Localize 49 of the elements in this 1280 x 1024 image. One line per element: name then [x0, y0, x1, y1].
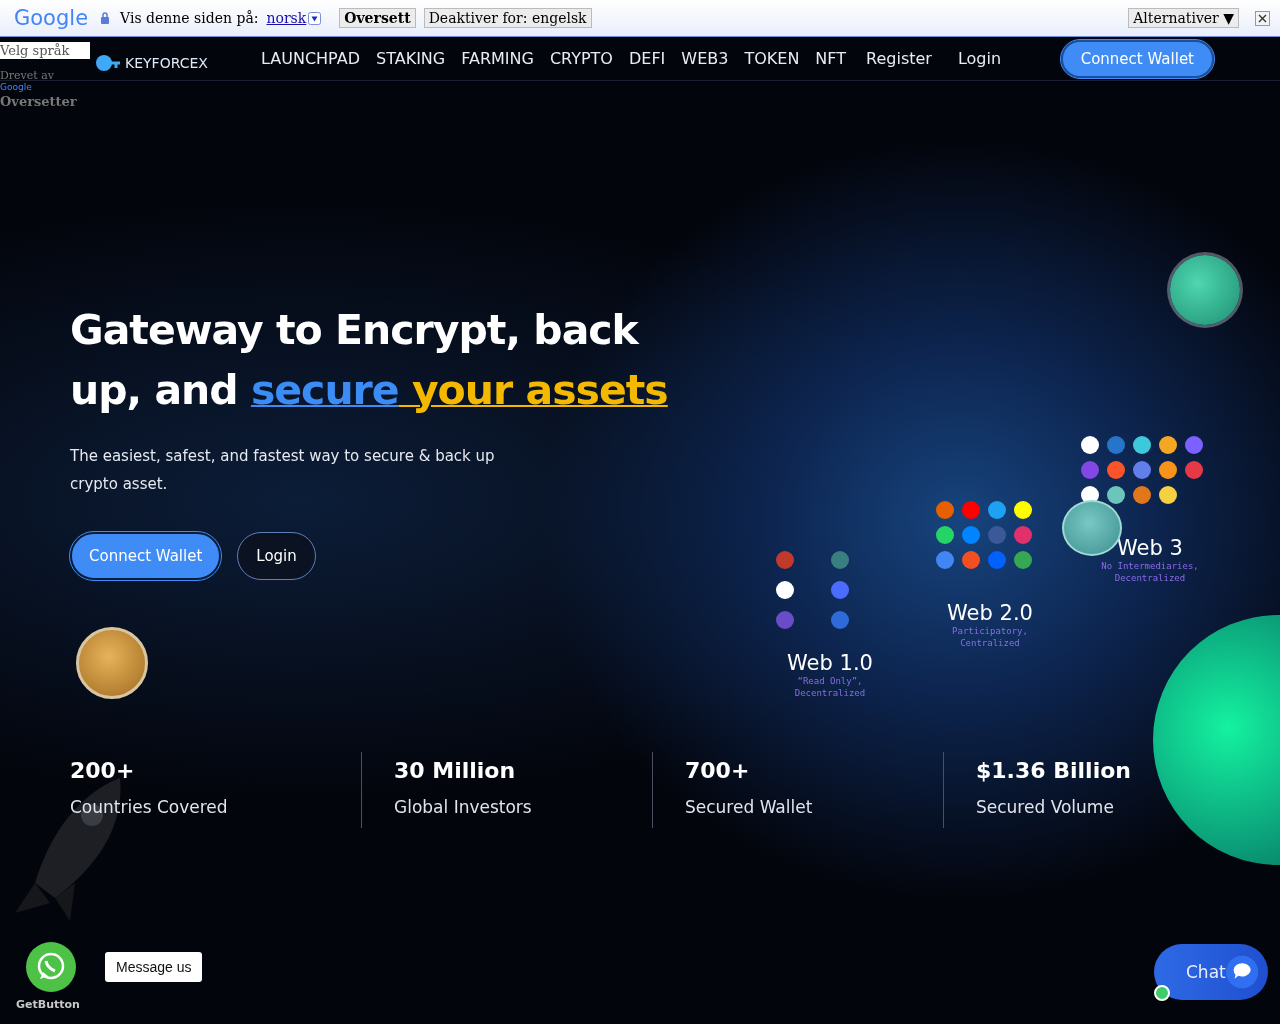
era-caption: Participatory, Centralized — [951, 625, 1029, 649]
logo-icon — [95, 53, 121, 72]
online-dot — [1154, 985, 1170, 1001]
hero-heading: Gateway to Encrypt, back up, and secure your assets — [70, 305, 669, 416]
options-button[interactable]: Alternativer ▼ — [1128, 8, 1239, 28]
stat-label: Countries Covered — [70, 797, 229, 817]
nav-link[interactable]: CRYPTO — [549, 49, 613, 68]
chat-bubble-icon — [1225, 955, 1258, 989]
disable-button[interactable]: Deaktiver for: engelsk — [423, 8, 592, 28]
dropdown-icon[interactable] — [308, 11, 322, 25]
language-link[interactable]: norsk — [266, 10, 307, 26]
nav-link[interactable]: WEB3 — [681, 49, 729, 68]
translate-button[interactable]: Oversett — [339, 8, 416, 28]
google-logo: Google — [0, 82, 33, 92]
era-title: Web 3 — [1117, 536, 1183, 560]
stat-label: Secured Wallet — [685, 797, 814, 817]
google-logo: Google — [14, 6, 89, 30]
powered-by-text: Drevet av — [0, 69, 55, 82]
logo-text[interactable]: KEYFORCEX — [125, 54, 208, 71]
nav-link[interactable]: STAKING — [376, 49, 446, 68]
nav-link[interactable]: TOKEN — [744, 49, 800, 68]
message-tooltip[interactable]: Message us — [105, 952, 203, 982]
stat-value: 700+ — [685, 758, 751, 783]
era-title: Web 2.0 — [947, 601, 1033, 625]
stat-label: Secured Volume — [976, 797, 1115, 817]
era-caption: No Intermediaries, Decentralized — [1100, 560, 1200, 584]
whatsapp-button[interactable] — [26, 942, 77, 992]
stat-value: $1.36 Billion — [976, 758, 1132, 783]
lock-icon — [100, 12, 111, 24]
nav-link[interactable]: Register — [866, 49, 932, 68]
stat-label: Global Investors — [394, 797, 533, 817]
nav-link[interactable]: DEFI — [628, 49, 666, 68]
chat-button[interactable]: Chat — [1154, 944, 1268, 1000]
close-icon[interactable] — [1255, 10, 1270, 26]
stat-value: 30 Million — [394, 758, 517, 783]
translator-text: Oversetter — [0, 94, 78, 109]
nav-link[interactable]: NFT — [815, 49, 847, 68]
stat-value: 200+ — [70, 758, 136, 783]
era-title: Web 1.0 — [787, 651, 873, 675]
nav-link[interactable]: LAUNCHPAD — [261, 49, 360, 68]
nav-link[interactable]: Login — [957, 49, 1002, 68]
getbutton-label[interactable]: GetButton — [16, 998, 80, 1011]
translate-prompt: Vis denne siden på: — [120, 10, 259, 26]
login-button[interactable]: Login — [237, 532, 316, 580]
nav-link[interactable]: FARMING — [461, 49, 534, 68]
language-select[interactable]: Velg språk — [0, 42, 90, 59]
planet-drawing — [1170, 255, 1240, 325]
hero-subtitle: The easiest, safest, and fastest way to secure & back up crypto asset. — [70, 446, 496, 495]
era-caption: “Read Only”, Decentralized — [793, 675, 867, 699]
